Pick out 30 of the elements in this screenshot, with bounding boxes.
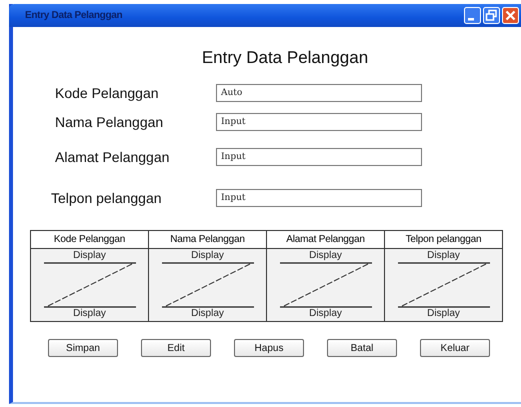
action-button[interactable]: Simpan	[48, 339, 118, 357]
restore-icon[interactable]	[483, 7, 500, 24]
action-button[interactable]: Keluar	[420, 339, 490, 357]
action-button[interactable]: Hapus	[234, 339, 304, 357]
input-field[interactable]: Input	[216, 189, 422, 207]
form-heading: Entry Data Pelanggan	[200, 48, 370, 68]
table-cell: Display	[309, 250, 342, 262]
action-button[interactable]: Edit	[141, 339, 211, 357]
input-field[interactable]: Input	[216, 148, 422, 166]
action-button[interactable]: Batal	[327, 339, 397, 357]
column-header: Kode Pelanggan	[31, 231, 148, 249]
column-header: Telpon pelanggan	[385, 231, 502, 249]
field-label: Telpon pelanggan	[50, 190, 163, 206]
table-cell: Display	[73, 250, 106, 262]
table-cell: Display	[191, 308, 224, 320]
field-label: Kode Pelanggan	[54, 85, 160, 101]
column-header: Nama Pelanggan	[149, 231, 266, 249]
field-label: Nama Pelanggan	[54, 114, 164, 130]
table-cell: Display	[73, 308, 106, 320]
input-field[interactable]: Auto	[216, 84, 422, 102]
table-cell: Display	[309, 308, 342, 320]
table-cell: Display	[427, 250, 460, 262]
table-cell: Display	[427, 308, 460, 320]
window-title: Entry Data Pelanggan	[25, 10, 122, 21]
close-icon[interactable]	[502, 7, 519, 24]
input-field[interactable]: Input	[216, 113, 422, 131]
table-cell: Display	[191, 250, 224, 262]
column-header: Alamat Pelanggan	[267, 231, 384, 249]
field-label: Alamat Pelanggan	[54, 149, 170, 165]
minimize-icon[interactable]	[464, 7, 481, 24]
